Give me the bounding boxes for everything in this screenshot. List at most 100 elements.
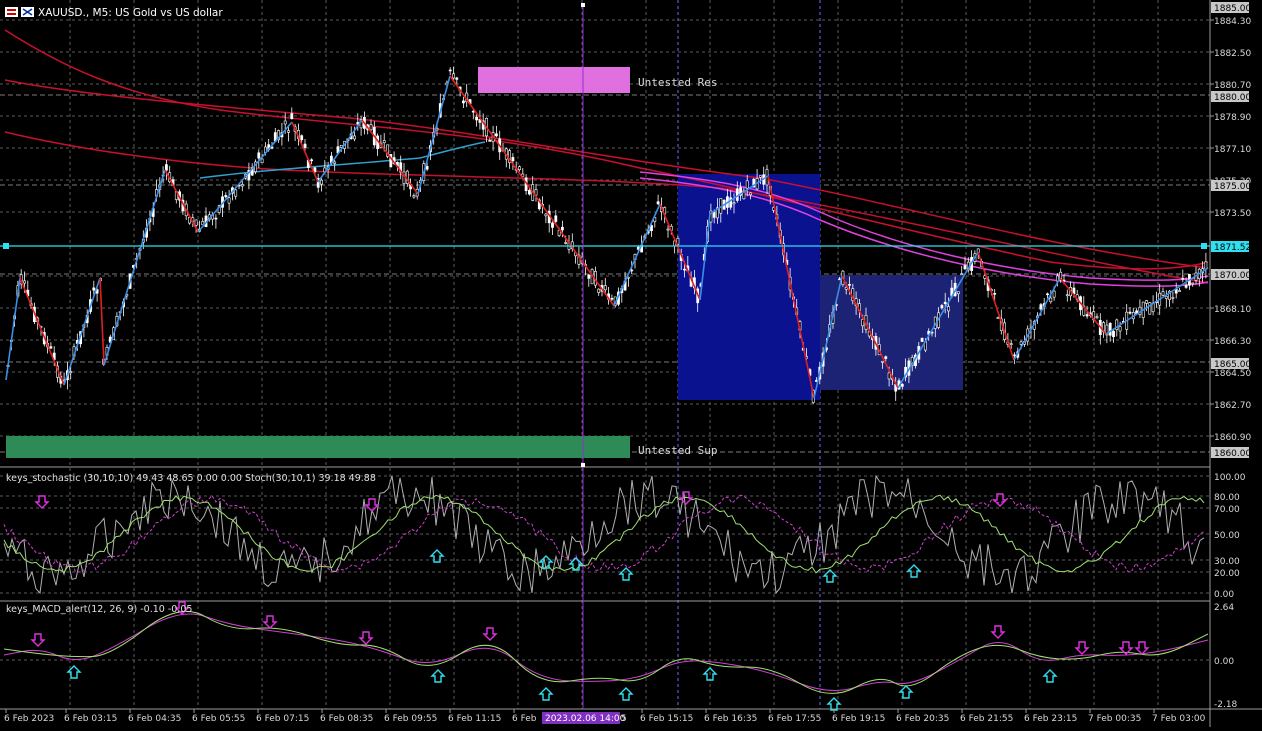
vline-handle-top[interactable] [581,3,585,7]
time-axis-label: 6 Feb 11:15 [448,714,501,724]
candle-body [1019,341,1023,345]
candle-body [425,166,429,170]
candle-body [732,202,736,205]
candle-body [1171,297,1175,299]
candle-body [1108,323,1112,336]
trading-chart[interactable]: Untested Res Untested Sup XAUUSD., M5: U… [0,0,1262,727]
candle-body [1178,290,1181,292]
candle-body [1164,296,1168,299]
macd-axis-label: -2.18 [1214,700,1238,710]
time-axis-label: 6 Feb 16:35 [704,714,757,724]
candle-body [452,73,455,79]
candle-body [1184,284,1188,288]
vline-handle-bottom[interactable] [581,463,585,467]
macd-header: keys_MACD_alert(12, 26, 9) -0.10 -0.05 [6,604,192,615]
candle-body [963,265,967,270]
candle-body [887,372,891,380]
time-axis-label: 6 Feb 03:15 [64,714,117,724]
stoch-axis-label: 50.00 [1214,531,1240,541]
bid-line-handle-right[interactable] [1201,243,1207,249]
candle-body [224,195,228,198]
candle-body [494,133,498,137]
candle-body [554,215,558,222]
time-axis-label: 6 Feb 15:15 [640,714,693,724]
chart-header: XAUUSD., M5: US Gold vs US dollar [5,7,223,19]
bid-price-label: 1871.52 [1214,243,1251,253]
macd-axis-label: 2.64 [1214,603,1234,613]
chart-icon-1 [5,7,18,17]
candle-body [881,360,884,363]
price-axis-label: 1860.90 [1214,433,1251,443]
candle-body [656,201,660,205]
untested-resistance-zone[interactable] [478,67,630,93]
candle-body [996,317,1000,319]
stochastic-header: keys_stochastic (30,10,10) 49.43 48.65 0… [6,473,376,484]
candle-body [69,371,73,374]
candle-body [214,217,218,220]
candle-body [603,285,607,291]
candle-body [1095,316,1099,319]
candle-body [382,140,386,144]
stoch-axis-label: 0.00 [1214,590,1234,600]
candle-body [412,195,416,198]
time-axis-label: 6 Feb 23:15 [1024,714,1077,724]
price-axis-label: 1873.50 [1214,209,1251,219]
candle-body [511,157,515,162]
chart-icon-1-bar [7,9,16,11]
price-axis-label: 1882.50 [1214,49,1251,59]
candle-body [1181,277,1185,280]
range-box-2[interactable] [820,275,963,390]
candle-body [287,130,290,133]
candle-body [448,69,452,72]
candle-body [1128,311,1132,314]
candle-body [1052,290,1056,298]
chart-canvas[interactable]: Untested Res Untested Sup XAUUSD., M5: U… [0,0,1262,727]
candle-body [956,291,960,295]
time-axis-label: 6 Feb 2023 [4,714,54,724]
candle-body [1191,282,1195,285]
symbol-title: XAUUSD., M5: US Gold vs US dollar [38,7,223,19]
stoch-axis-label: 70.00 [1214,505,1240,515]
candle-body [290,113,294,120]
candle-body [1145,300,1148,304]
candle-body [461,100,465,104]
time-axis-label: 6 Feb 05:55 [192,714,245,724]
price-axis-label: 1862.70 [1214,401,1251,411]
time-axis-label: 6 Feb 04:35 [128,714,181,724]
cursor-time-tail: 5 [621,714,627,724]
time-axis-label: 6 Feb 21:55 [960,714,1013,724]
time-axis-label: 6 Feb 19:15 [832,714,885,724]
candle-body [1049,297,1053,303]
candle-body [227,197,231,204]
untested-support-zone[interactable] [6,436,630,458]
candle-body [848,284,851,286]
candle-body [943,301,947,305]
candle-body [49,346,53,349]
price-level-tag-label: 1865.00 [1214,360,1251,370]
candle-body [488,140,492,142]
time-axis-label: 6 Feb 08:35 [320,714,373,724]
time-axis-label: 7 Feb 03:00 [1152,714,1206,724]
candle-body [900,383,904,387]
price-axis-label: 1877.10 [1214,145,1251,155]
candle-body [1046,293,1049,296]
candle-body [23,280,26,284]
candle-body [1204,261,1208,270]
bid-line-handle-left[interactable] [3,243,9,249]
range-box-1[interactable] [678,174,820,400]
candle-body [471,110,475,113]
candle-body [745,180,749,189]
candle-body [1118,326,1122,332]
candle-body [1065,294,1069,297]
time-axis-label: 6 Feb 17:55 [768,714,821,724]
price-axis-label: 1880.70 [1214,81,1251,91]
candle-body [527,189,531,195]
time-axis-label: 6 Feb 07:15 [256,714,309,724]
candle-body [666,228,670,231]
candle-body [610,297,614,300]
candle-body [283,120,287,125]
stoch-axis-label: 20.00 [1214,569,1240,579]
candle-body [320,179,323,185]
candle-body [683,268,686,271]
candle-body [92,287,96,291]
